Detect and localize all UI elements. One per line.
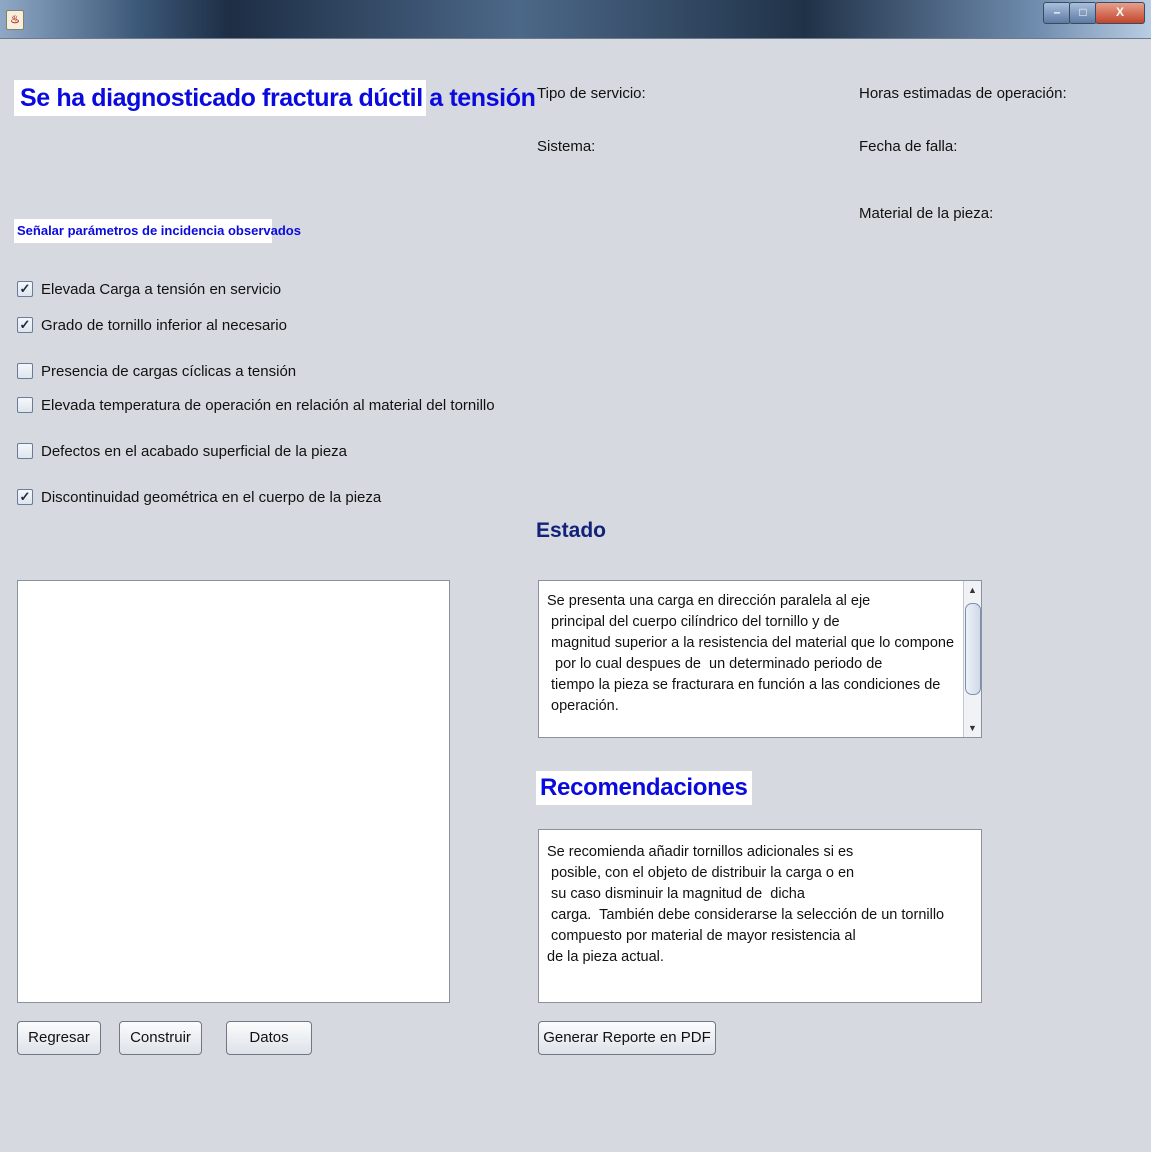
horas-operacion-label: Horas estimadas de operación: [859,85,1067,102]
minimize-button[interactable]: – [1043,2,1071,24]
estado-text-area[interactable]: Se presenta una carga en dirección paral… [538,580,982,738]
parameter-checkbox-discontinuidad[interactable]: ✓ Discontinuidad geométrica en el cuerpo… [17,486,381,508]
checkbox-icon[interactable]: ✓ [17,489,33,505]
regresar-button[interactable]: Regresar [17,1021,101,1055]
construir-button[interactable]: Construir [119,1021,202,1055]
parameter-checkbox-temperatura[interactable]: Elevada temperatura de operación en rela… [17,394,495,416]
checkbox-label: Presencia de cargas cíclicas a tensión [41,362,297,380]
checkbox-label: Defectos en el acabado superficial de la… [41,442,348,460]
estado-heading: Estado [536,519,607,542]
fecha-falla-label: Fecha de falla: [859,138,958,155]
checkbox-icon[interactable] [17,397,33,413]
window-titlebar[interactable]: ♨ – □ X [0,0,1151,39]
output-text-area[interactable] [17,580,450,1003]
checkbox-label: Discontinuidad geométrica en el cuerpo d… [41,488,382,506]
scroll-down-arrow-icon[interactable]: ▼ [966,721,979,735]
checkbox-icon[interactable] [17,363,33,379]
tipo-servicio-label: Tipo de servicio: [537,85,646,102]
parameter-checkbox-carga[interactable]: ✓ Elevada Carga a tensión en servicio [17,278,281,300]
material-pieza-label: Material de la pieza: [859,205,994,222]
checkbox-icon[interactable]: ✓ [17,281,33,297]
parameter-checkbox-grado[interactable]: ✓ Grado de tornillo inferior al necesari… [17,314,287,336]
maximize-button[interactable]: □ [1069,2,1097,24]
checkbox-icon[interactable] [17,443,33,459]
datos-button[interactable]: Datos [226,1021,312,1055]
scrollbar-thumb[interactable] [965,603,981,695]
checkbox-icon[interactable]: ✓ [17,317,33,333]
parameter-checkbox-defectos[interactable]: Defectos en el acabado superficial de la… [17,440,347,462]
java-icon: ♨ [6,10,24,30]
checkbox-label: Elevada temperatura de operación en rela… [41,396,495,414]
parameters-label: Señalar parámetros de incidencia observa… [14,219,301,243]
checkbox-label: Grado de tornillo inferior al necesario [41,316,287,334]
recomendaciones-text: Se recomienda añadir tornillos adicional… [547,844,945,965]
checkbox-label: Elevada Carga a tensión en servicio [41,280,282,298]
sistema-label: Sistema: [537,138,596,155]
parameter-checkbox-ciclicas[interactable]: Presencia de cargas cíclicas a tensión [17,360,296,382]
diagnosis-title: Se ha diagnosticado fractura dúctil a te… [14,80,536,116]
estado-scrollbar[interactable]: ▲ ▼ [963,581,981,737]
generar-pdf-button[interactable]: Generar Reporte en PDF [538,1021,716,1055]
recomendaciones-heading: Recomendaciones [536,771,752,805]
close-button[interactable]: X [1095,2,1145,24]
recomendaciones-text-area[interactable]: Se recomienda añadir tornillos adicional… [538,829,982,1003]
estado-text: Se presenta una carga en dirección paral… [547,593,955,714]
scroll-up-arrow-icon[interactable]: ▲ [966,583,979,597]
